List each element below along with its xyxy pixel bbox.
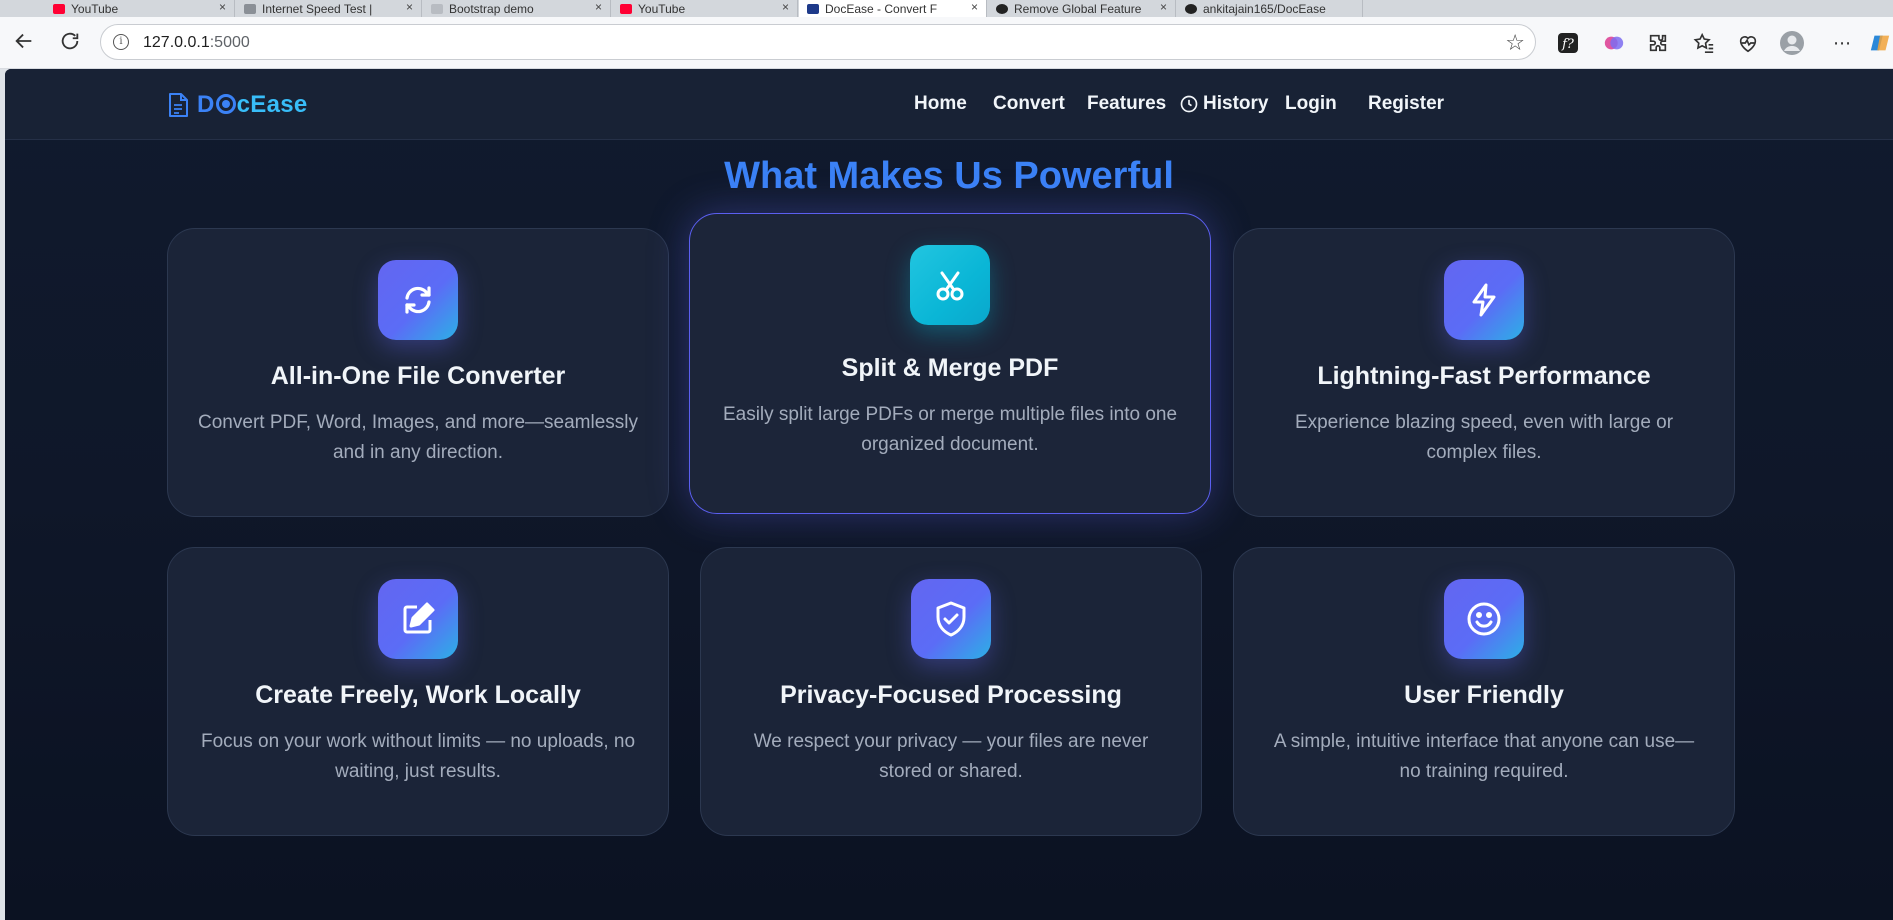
feature-title: Create Freely, Work Locally [255, 681, 581, 709]
brand-dot-icon [215, 94, 236, 114]
address-bar[interactable]: i 127.0.0.1:5000 ☆ [100, 24, 1536, 60]
site-icon [431, 3, 443, 14]
github-icon [996, 3, 1008, 14]
extensions-puzzle-icon[interactable] [1644, 29, 1672, 57]
nav-history-label: History [1203, 93, 1269, 114]
web-page: DcEase Home Convert Features History Log… [5, 69, 1893, 920]
browser-tab[interactable]: Remove Global Feature × [988, 0, 1176, 17]
history-clock-icon [1180, 95, 1198, 113]
tab-label: Bootstrap demo [449, 1, 534, 16]
feature-card-highlighted[interactable]: Split & Merge PDF Easily split large PDF… [689, 213, 1211, 514]
sync-icon [378, 260, 458, 340]
lightning-icon [1444, 260, 1524, 340]
browser-tab-strip: YouTube × Internet Speed Test | × Bootst… [0, 0, 1893, 17]
more-menu-icon[interactable]: ⋯ [1828, 29, 1856, 57]
feature-title: User Friendly [1404, 681, 1564, 709]
feature-description: A simple, intuitive interface that anyon… [1273, 731, 1695, 782]
feature-description: Easily split large PDFs or merge multipl… [722, 404, 1178, 455]
browser-tab[interactable]: Bootstrap demo × [423, 0, 611, 17]
feature-card[interactable]: Create Freely, Work Locally Focus on you… [167, 547, 669, 836]
svg-text:f?: f? [1561, 37, 1575, 52]
feature-description: We respect your privacy — your files are… [753, 731, 1149, 782]
nav-register[interactable]: Register [1368, 93, 1444, 115]
close-icon[interactable]: × [595, 0, 602, 14]
smile-icon [1444, 579, 1524, 659]
nav-home[interactable]: Home [914, 93, 967, 115]
shield-check-icon [911, 579, 991, 659]
browser-tab[interactable]: YouTube × [45, 0, 235, 17]
browser-tab[interactable]: Internet Speed Test | × [236, 0, 422, 17]
feature-card[interactable]: All-in-One File Converter Convert PDF, W… [167, 228, 669, 517]
reload-icon[interactable] [54, 25, 86, 57]
site-navbar: DcEase Home Convert Features History Log… [5, 69, 1893, 140]
github-icon [1185, 3, 1197, 14]
site-info-icon[interactable]: i [113, 34, 129, 50]
feature-description: Focus on your work without limits — no u… [200, 731, 636, 782]
scissors-icon [910, 245, 990, 325]
tab-label: DocEase - Convert F [825, 1, 938, 16]
tab-label: YouTube [638, 1, 686, 16]
feature-description: Convert PDF, Word, Images, and more—seam… [198, 412, 638, 463]
browser-tab[interactable]: ankitajain165/DocEase [1177, 0, 1363, 17]
youtube-icon [620, 3, 632, 14]
browser-essentials-icon[interactable] [1734, 29, 1762, 57]
close-icon[interactable]: × [782, 0, 789, 14]
bookmark-star-icon[interactable]: ☆ [1505, 30, 1525, 56]
tab-label: Internet Speed Test | [262, 1, 373, 16]
copilot-icon[interactable] [1866, 29, 1893, 57]
nav-login[interactable]: Login [1285, 93, 1337, 115]
formula-extension-icon[interactable]: f? [1554, 29, 1582, 57]
feature-title: Split & Merge PDF [841, 354, 1059, 382]
close-icon[interactable]: × [406, 0, 413, 14]
brand-logo[interactable]: DcEase [167, 91, 308, 119]
docease-favicon-icon [807, 3, 819, 14]
close-icon[interactable]: × [219, 0, 226, 14]
feature-title: All-in-One File Converter [270, 362, 566, 390]
feature-description: Experience blazing speed, even with larg… [1294, 412, 1674, 463]
nav-convert[interactable]: Convert [993, 93, 1065, 115]
feature-card[interactable]: Privacy-Focused Processing We respect yo… [700, 547, 1202, 836]
browser-tab-active[interactable]: DocEase - Convert F × [799, 0, 987, 17]
brain-extension-icon[interactable] [1600, 29, 1628, 57]
url-text[interactable]: 127.0.0.1:5000 [143, 34, 250, 52]
tab-label: YouTube [71, 1, 119, 16]
browser-toolbar: i 127.0.0.1:5000 ☆ f? ⋯ [0, 17, 1893, 69]
close-icon[interactable]: × [971, 0, 978, 14]
nav-features[interactable]: Features [1087, 93, 1166, 115]
nav-history[interactable]: History [1179, 93, 1268, 115]
section-title: What Makes Us Powerful [724, 155, 1174, 197]
feature-title: Privacy-Focused Processing [780, 681, 1122, 709]
tab-label: ankitajain165/DocEase [1203, 1, 1326, 16]
feature-card[interactable]: Lightning-Fast Performance Experience bl… [1233, 228, 1735, 517]
profile-avatar-icon[interactable] [1778, 29, 1806, 57]
feature-card[interactable]: User Friendly A simple, intuitive interf… [1233, 547, 1735, 836]
site-icon [244, 3, 256, 14]
edit-icon [378, 579, 458, 659]
back-icon[interactable] [8, 25, 40, 57]
tab-label: Remove Global Feature [1014, 1, 1142, 16]
close-icon[interactable]: × [1160, 0, 1167, 14]
document-icon [169, 93, 188, 117]
favorites-icon[interactable] [1690, 29, 1718, 57]
youtube-icon [53, 3, 65, 14]
feature-title: Lightning-Fast Performance [1317, 362, 1651, 390]
brand-name: DcEase [197, 91, 308, 118]
browser-tab[interactable]: YouTube × [612, 0, 798, 17]
